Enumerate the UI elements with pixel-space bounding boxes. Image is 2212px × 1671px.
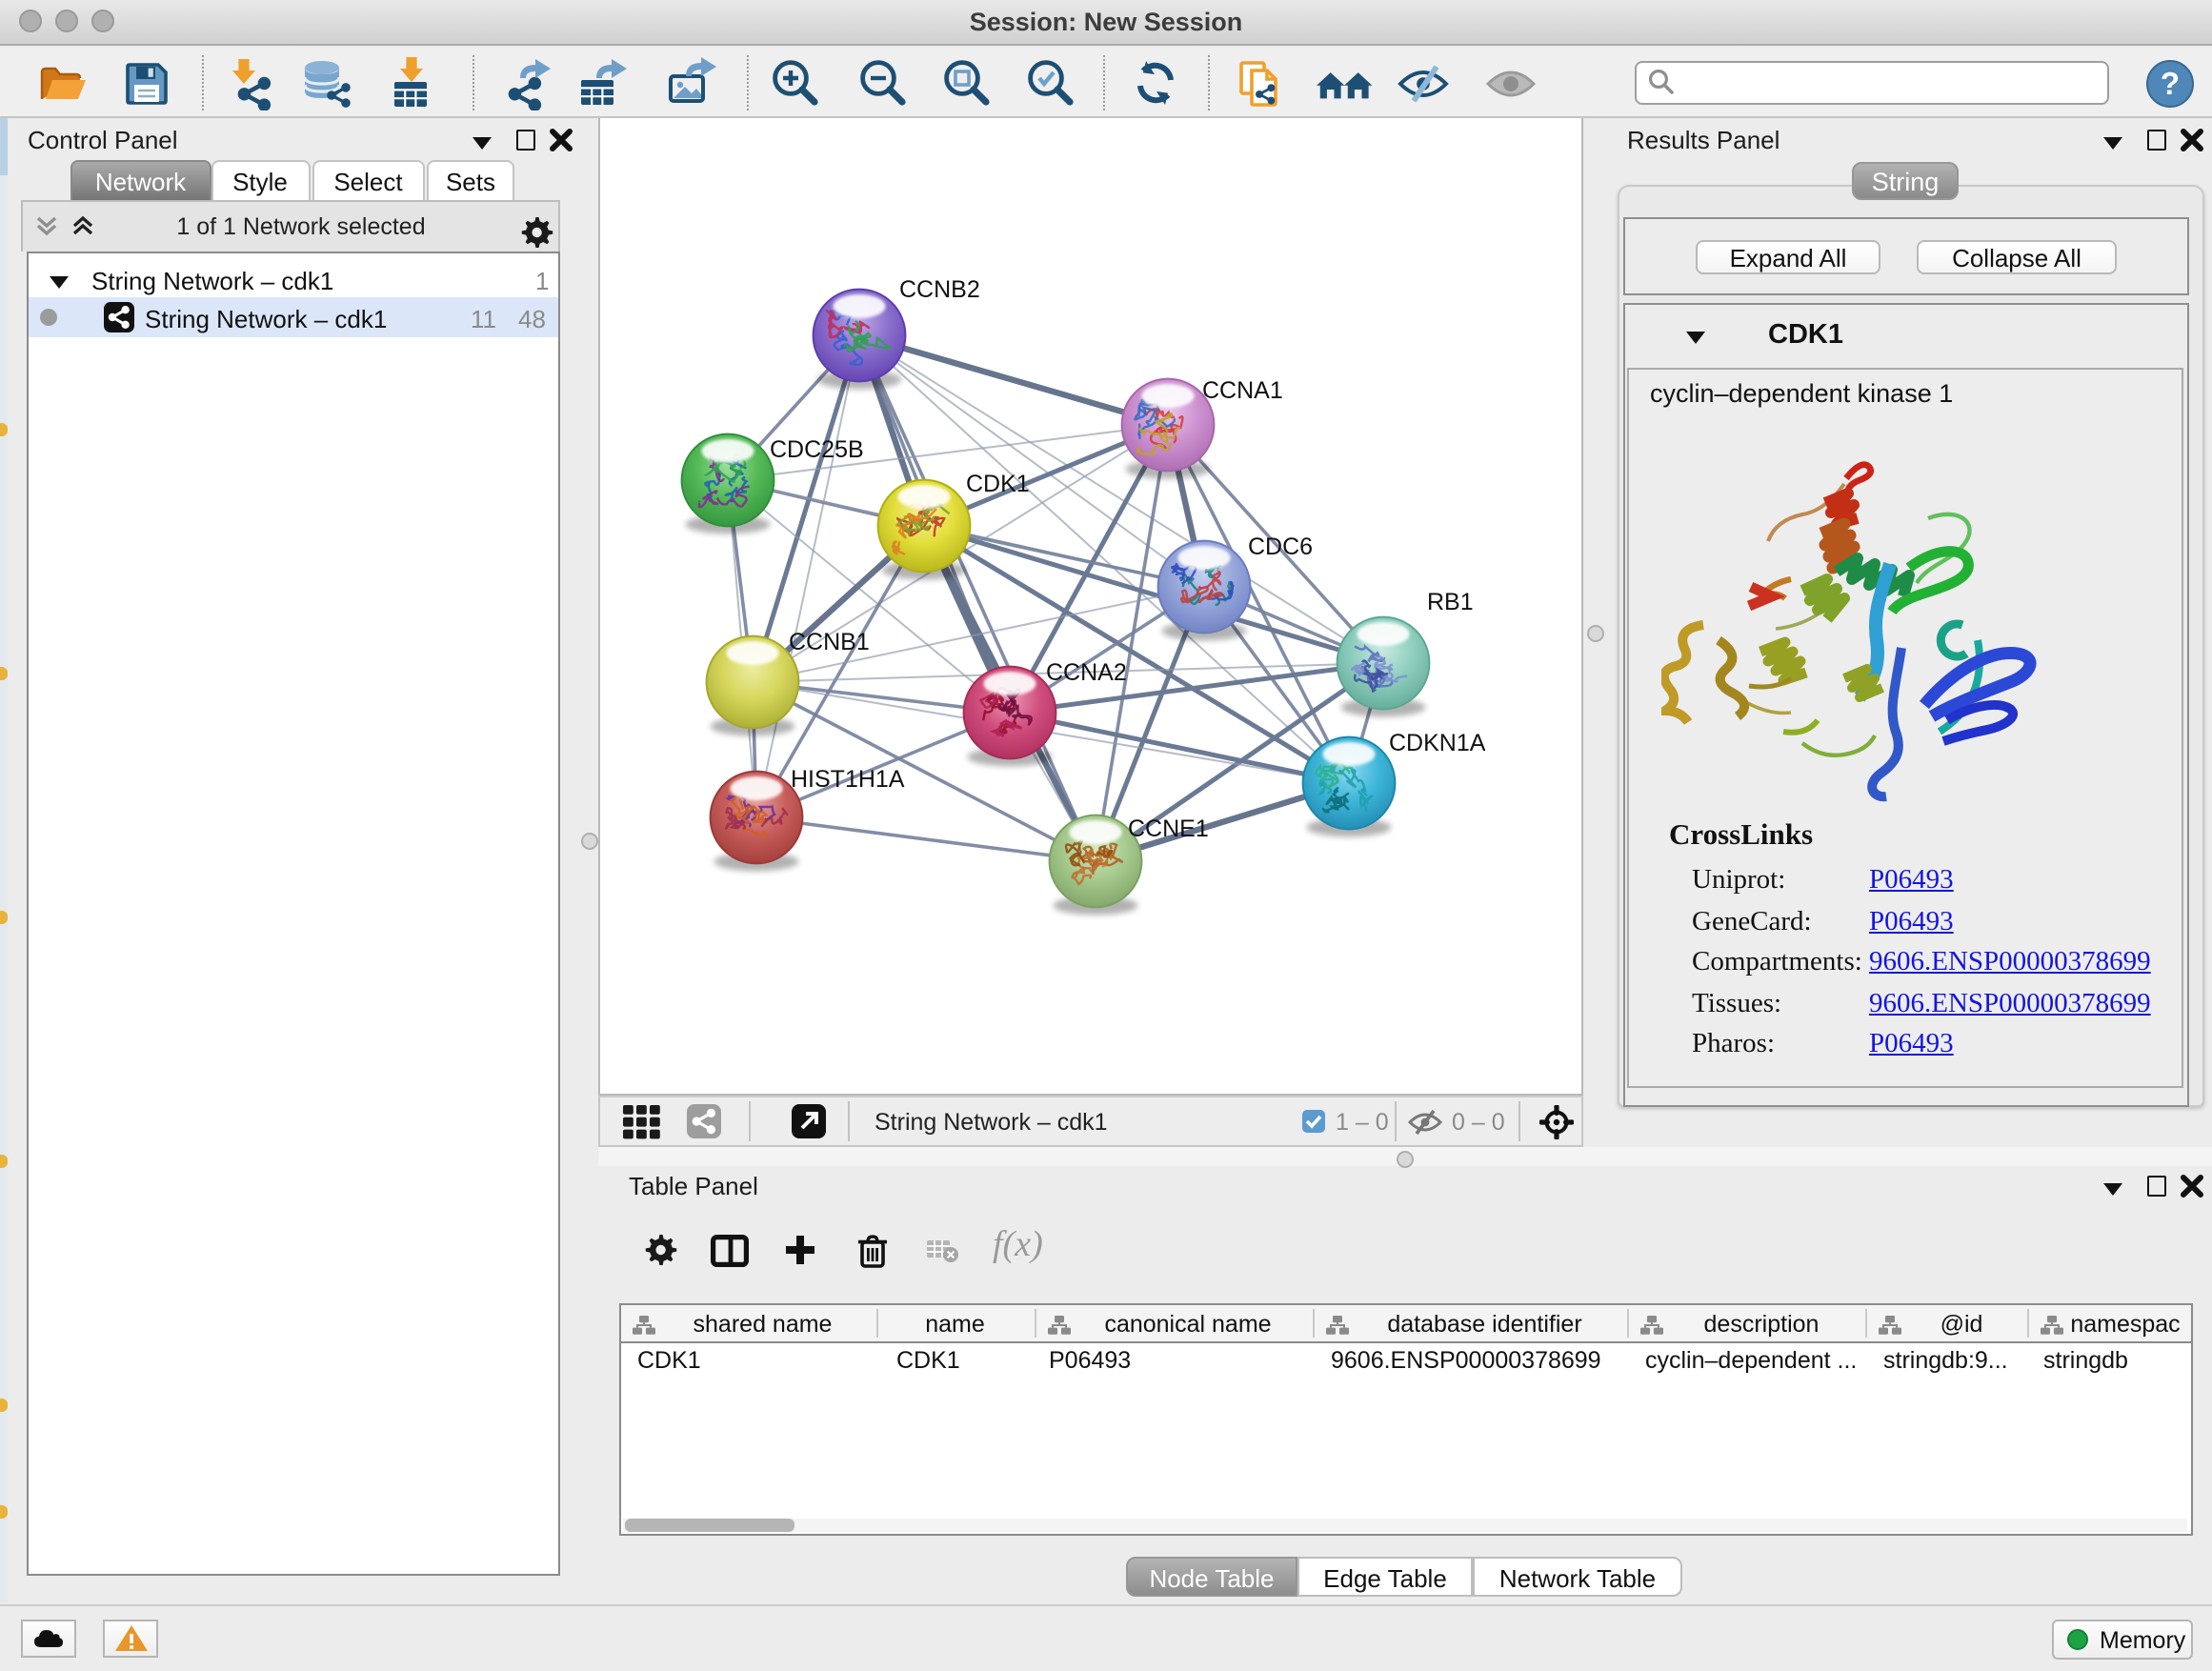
svg-text:CCNE1: CCNE1	[1128, 815, 1209, 842]
svg-text:CDC6: CDC6	[1248, 534, 1313, 560]
svg-text:CCNB2: CCNB2	[899, 276, 980, 303]
svg-text:CDC25B: CDC25B	[770, 436, 864, 463]
svg-text:HIST1H1A: HIST1H1A	[791, 766, 905, 793]
svg-text:CCNA1: CCNA1	[1202, 377, 1283, 404]
svg-text:CCNA2: CCNA2	[1046, 659, 1127, 686]
svg-text:CDK1: CDK1	[966, 471, 1030, 497]
svg-text:CCNB1: CCNB1	[789, 629, 870, 655]
svg-text:?: ?	[2160, 65, 2179, 100]
svg-text:RB1: RB1	[1427, 589, 1474, 615]
svg-text:CDKN1A: CDKN1A	[1389, 730, 1486, 756]
